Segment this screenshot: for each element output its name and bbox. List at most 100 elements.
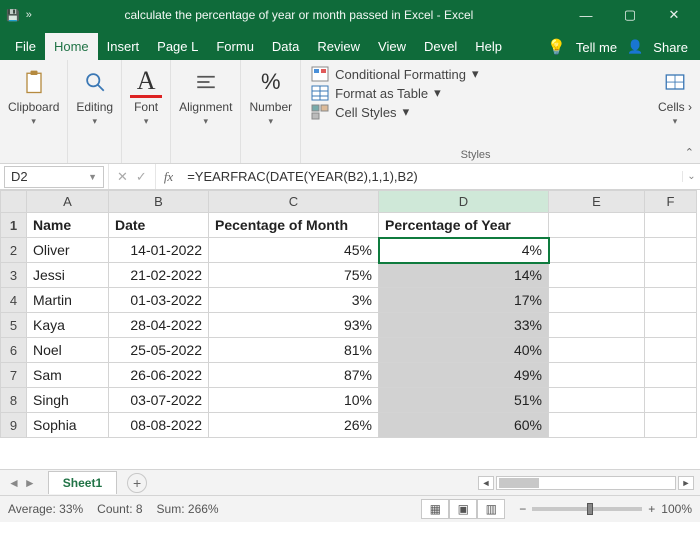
collapse-ribbon-icon[interactable]: ⌃ (685, 146, 694, 159)
cell[interactable] (549, 238, 645, 263)
view-normal-button[interactable]: ▦ (421, 499, 449, 519)
cell[interactable]: 49% (379, 363, 549, 388)
cell[interactable] (549, 338, 645, 363)
cell[interactable]: 10% (209, 388, 379, 413)
cell[interactable]: 75% (209, 263, 379, 288)
close-button[interactable]: ✕ (654, 3, 694, 27)
cell[interactable]: 14% (379, 263, 549, 288)
formula-input[interactable]: =YEARFRAC(DATE(YEAR(B2),1,1),B2) (181, 169, 682, 184)
view-pagelayout-button[interactable]: ▣ (449, 499, 477, 519)
row-header[interactable]: 9 (1, 413, 27, 438)
zoom-in-button[interactable]: + (648, 502, 655, 516)
cell[interactable]: Percentage of Year (379, 213, 549, 238)
zoom-knob[interactable] (587, 503, 593, 515)
editing-button[interactable]: Editing ▾ (76, 66, 113, 138)
row-header[interactable]: 7 (1, 363, 27, 388)
cell[interactable] (549, 213, 645, 238)
tab-formulas[interactable]: Formu (207, 33, 263, 60)
cell[interactable]: Sophia (27, 413, 109, 438)
cell[interactable]: 87% (209, 363, 379, 388)
select-all-cell[interactable] (1, 191, 27, 213)
row-header[interactable]: 6 (1, 338, 27, 363)
cell[interactable] (645, 288, 697, 313)
cell[interactable]: 08-08-2022 (109, 413, 209, 438)
cell[interactable]: 25-05-2022 (109, 338, 209, 363)
cell[interactable]: Jessi (27, 263, 109, 288)
cell[interactable] (645, 338, 697, 363)
tab-review[interactable]: Review (308, 33, 369, 60)
maximize-button[interactable]: ▢ (610, 3, 650, 27)
tab-file[interactable]: File (6, 33, 45, 60)
expand-formula-icon[interactable]: ⌄ (682, 171, 700, 182)
tab-insert[interactable]: Insert (98, 33, 149, 60)
tab-view[interactable]: View (369, 33, 415, 60)
sheet-nav[interactable]: ◄► (0, 476, 44, 490)
row-header[interactable]: 1 (1, 213, 27, 238)
hscroll-left[interactable]: ◄ (478, 476, 494, 490)
cell[interactable]: 33% (379, 313, 549, 338)
zoom-out-button[interactable]: − (519, 502, 526, 516)
row-header[interactable]: 2 (1, 238, 27, 263)
cell[interactable]: 03-07-2022 (109, 388, 209, 413)
new-sheet-button[interactable]: + (127, 473, 147, 493)
cell[interactable] (645, 413, 697, 438)
alignment-button[interactable]: Alignment ▾ (179, 66, 232, 138)
row-header[interactable]: 8 (1, 388, 27, 413)
conditional-formatting-button[interactable]: Conditional Formatting ▾ (311, 66, 640, 82)
name-box[interactable]: D2 ▼ (4, 166, 104, 188)
row-header[interactable]: 3 (1, 263, 27, 288)
cell[interactable] (549, 363, 645, 388)
cell[interactable] (645, 213, 697, 238)
enter-formula-icon[interactable]: ✓ (136, 169, 147, 185)
cell[interactable] (549, 313, 645, 338)
minimize-button[interactable]: — (566, 3, 606, 27)
cell[interactable]: 21-02-2022 (109, 263, 209, 288)
cell[interactable] (549, 288, 645, 313)
cell[interactable]: 17% (379, 288, 549, 313)
cancel-formula-icon[interactable]: ✕ (117, 169, 128, 185)
cell[interactable]: Noel (27, 338, 109, 363)
col-header-D[interactable]: D (379, 191, 549, 213)
cell[interactable]: 93% (209, 313, 379, 338)
fx-label[interactable]: fx (156, 169, 181, 185)
font-button[interactable]: A Font ▾ (130, 66, 162, 138)
tab-data[interactable]: Data (263, 33, 308, 60)
cell[interactable]: Singh (27, 388, 109, 413)
sheet-tab-active[interactable]: Sheet1 (48, 471, 117, 494)
col-header-C[interactable]: C (209, 191, 379, 213)
view-pagebreak-button[interactable]: ▥ (477, 499, 505, 519)
share-label[interactable]: Share (653, 40, 688, 55)
tab-help[interactable]: Help (466, 33, 511, 60)
zoom-value[interactable]: 100% (661, 502, 692, 516)
zoom-slider[interactable] (532, 507, 642, 511)
cell[interactable] (645, 363, 697, 388)
cell[interactable] (549, 388, 645, 413)
tab-home[interactable]: Home (45, 33, 98, 60)
save-icon[interactable]: 💾 (6, 9, 20, 22)
cell[interactable]: 51% (379, 388, 549, 413)
cell[interactable] (549, 263, 645, 288)
cell[interactable]: 14-01-2022 (109, 238, 209, 263)
row-header[interactable]: 5 (1, 313, 27, 338)
cell[interactable]: 40% (379, 338, 549, 363)
tellme-icon[interactable]: 💡 (547, 38, 566, 56)
hscroll-track[interactable] (496, 476, 676, 490)
cell[interactable]: Oliver (27, 238, 109, 263)
cell[interactable] (549, 413, 645, 438)
cells-button[interactable]: Cells › ▾ (658, 66, 692, 138)
row-header[interactable]: 4 (1, 288, 27, 313)
cell[interactable]: 26-06-2022 (109, 363, 209, 388)
hscroll-thumb[interactable] (499, 478, 539, 488)
cell[interactable]: Pecentage of Month (209, 213, 379, 238)
cell[interactable]: 3% (209, 288, 379, 313)
cell[interactable]: Name (27, 213, 109, 238)
cell[interactable]: Kaya (27, 313, 109, 338)
cell[interactable]: 01-03-2022 (109, 288, 209, 313)
cell[interactable]: Martin (27, 288, 109, 313)
cell[interactable]: 28-04-2022 (109, 313, 209, 338)
cell-styles-button[interactable]: Cell Styles ▾ (311, 104, 640, 120)
cell[interactable]: 45% (209, 238, 379, 263)
spreadsheet-grid[interactable]: A B C D E F 1 Name Date Pecentage of Mon… (0, 190, 700, 470)
hscroll-right[interactable]: ► (678, 476, 694, 490)
cell[interactable] (645, 263, 697, 288)
